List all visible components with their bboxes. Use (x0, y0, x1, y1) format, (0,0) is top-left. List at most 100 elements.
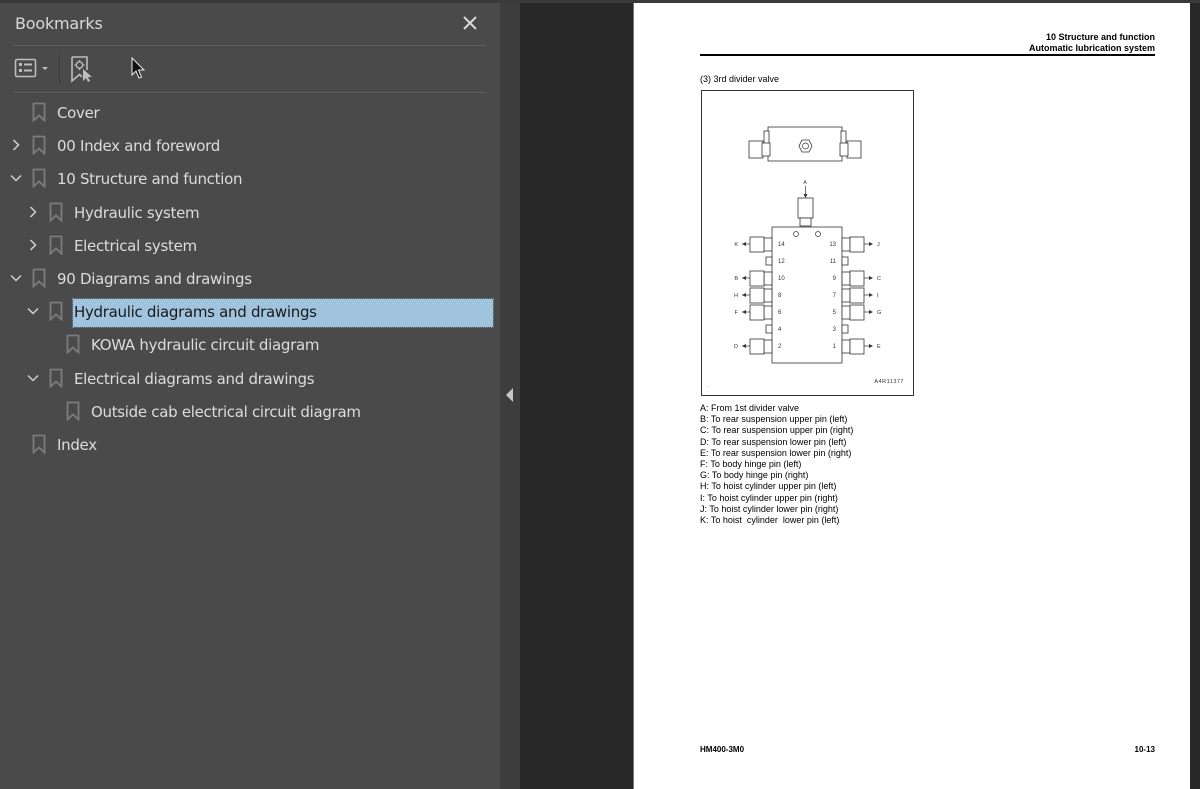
bookmark-item[interactable]: Index (0, 429, 500, 459)
bookmark-label[interactable]: Cover (56, 100, 100, 128)
legend-entry: H: To hoist cylinder upper pin (left) (700, 481, 837, 492)
figure-legend: A: From 1st divider valve B: To rear susp… (700, 403, 853, 526)
port-fitting (749, 236, 765, 253)
port-fitting (749, 287, 765, 304)
port-label: F (735, 310, 739, 316)
port-number: 10 (778, 276, 785, 282)
valve-top-nut (761, 142, 771, 157)
bookmark-label[interactable]: KOWA hydraulic circuit diagram (90, 332, 319, 360)
legend-entry: E: To rear suspension lower pin (right) (700, 447, 852, 458)
bookmark-item[interactable]: 10 Structure and function (0, 163, 500, 193)
chevron-right-icon[interactable] (9, 137, 23, 151)
port-nut (841, 305, 851, 320)
bookmark-icon (49, 235, 63, 256)
header-chapter: 10 Structure and function (1045, 32, 1155, 42)
inlet-arrowhead (803, 194, 808, 198)
port-fitting (849, 236, 865, 253)
bookmark-label[interactable]: Hydraulic diagrams and drawings (72, 298, 494, 329)
bookmark-label[interactable]: Electrical system (73, 233, 197, 261)
new-bookmark-button[interactable] (70, 55, 96, 83)
bookmark-item[interactable]: Cover (0, 97, 500, 127)
port-nut (841, 288, 851, 303)
bookmark-item[interactable]: Electrical diagrams and drawings (0, 363, 500, 393)
port-arrowhead (742, 344, 746, 348)
page-header: 10 Structure and function Automatic lubr… (1029, 32, 1155, 54)
port-label: E (877, 344, 881, 350)
bookmark-label[interactable]: Outside cab electrical circuit diagram (90, 399, 361, 427)
right-gutter (1190, 3, 1200, 789)
bookmark-label[interactable]: 90 Diagrams and drawings (56, 266, 252, 294)
corner-mark: . (890, 99, 891, 104)
bookmark-label[interactable]: Hydraulic system (73, 200, 200, 228)
figure-subtitle: (3) 3rd divider valve (700, 74, 780, 84)
inlet-nut (799, 217, 812, 227)
new-bookmark-icon (71, 56, 92, 83)
port-arrowhead (742, 293, 746, 297)
valve-top-fitting (846, 140, 862, 159)
header-section: Automatic lubrication system (1028, 43, 1155, 53)
bookmark-label[interactable]: 10 Structure and function (56, 166, 242, 194)
header-divider (14, 45, 486, 46)
bookmark-label[interactable]: Index (56, 432, 97, 460)
chevron-down-icon[interactable] (26, 370, 40, 384)
port-fitting (849, 287, 865, 304)
port-plug (841, 324, 849, 334)
bookmark-icon (66, 401, 80, 422)
toolbar-divider (14, 92, 486, 93)
port-nut (763, 271, 773, 286)
panel-splitter[interactable] (500, 3, 520, 789)
port-fitting (749, 270, 765, 287)
port-fitting (849, 338, 865, 355)
port-nut (763, 288, 773, 303)
bookmark-item[interactable]: Outside cab electrical circuit diagram (0, 396, 500, 426)
bookmark-icon (32, 168, 46, 189)
close-icon (463, 16, 477, 30)
close-panel-button[interactable] (459, 12, 481, 34)
legend-entry: K: To hoist cylinder lower pin (left) (700, 515, 840, 526)
chevron-down-icon[interactable] (9, 170, 23, 184)
port-arrowhead (742, 242, 746, 246)
legend-entry: D: To rear suspension lower pin (left) (700, 436, 847, 447)
port-nut (763, 237, 773, 252)
bookmark-icon (32, 102, 46, 123)
port-nut (841, 271, 851, 286)
list-options-icon (14, 58, 48, 78)
bookmark-options-button[interactable] (14, 57, 52, 81)
port-fitting (849, 270, 865, 287)
divider-valve-figure: . A 14 K 12 10 B 8 H 6 F 4 2 D 13 J 11 9 C 7 I 5 G 3 1 E A4R11377- (701, 90, 914, 396)
chevron-down-icon[interactable] (9, 270, 23, 284)
port-number: 12 (778, 259, 785, 265)
bookmark-label[interactable]: Electrical diagrams and drawings (73, 366, 315, 394)
bookmark-item[interactable]: Hydraulic diagrams and drawings (0, 296, 500, 329)
bookmark-item[interactable]: Electrical system (0, 230, 500, 260)
port-arrowhead (869, 293, 873, 297)
bookmark-item[interactable]: KOWA hydraulic circuit diagram (0, 329, 500, 359)
port-label: J (877, 242, 880, 248)
corner-mark: - (708, 383, 710, 388)
chevron-right-icon[interactable] (26, 204, 40, 218)
bookmark-label[interactable]: 00 Index and foreword (56, 133, 220, 161)
figure-code: A4R11377 (874, 379, 904, 385)
valve-top-nut (839, 142, 849, 157)
chevron-down-icon[interactable] (26, 303, 40, 317)
legend-entry: F: To body hinge pin (left) (700, 459, 802, 470)
document-viewport: 10 Structure and function Automatic lubr… (520, 3, 1200, 789)
inlet-fitting (797, 197, 814, 219)
port-arrowhead (869, 242, 873, 246)
bookmark-item[interactable]: 90 Diagrams and drawings (0, 263, 500, 293)
bookmark-item[interactable]: Hydraulic system (0, 197, 500, 227)
port-label: G (877, 310, 881, 316)
bookmark-icon (66, 334, 80, 355)
triangle-left-icon[interactable] (506, 388, 513, 402)
port-plug (841, 256, 849, 266)
port-arrowhead (742, 310, 746, 314)
mouse-cursor-icon (131, 57, 146, 79)
port-label: H (734, 293, 738, 299)
port-number: 11 (830, 259, 837, 265)
footer-model: HM400-3M0 (700, 745, 745, 754)
header-rule (700, 54, 1155, 56)
port-label: D (734, 344, 738, 350)
port-nut (841, 237, 851, 252)
chevron-right-icon[interactable] (26, 237, 40, 251)
bookmark-item[interactable]: 00 Index and foreword (0, 130, 500, 160)
